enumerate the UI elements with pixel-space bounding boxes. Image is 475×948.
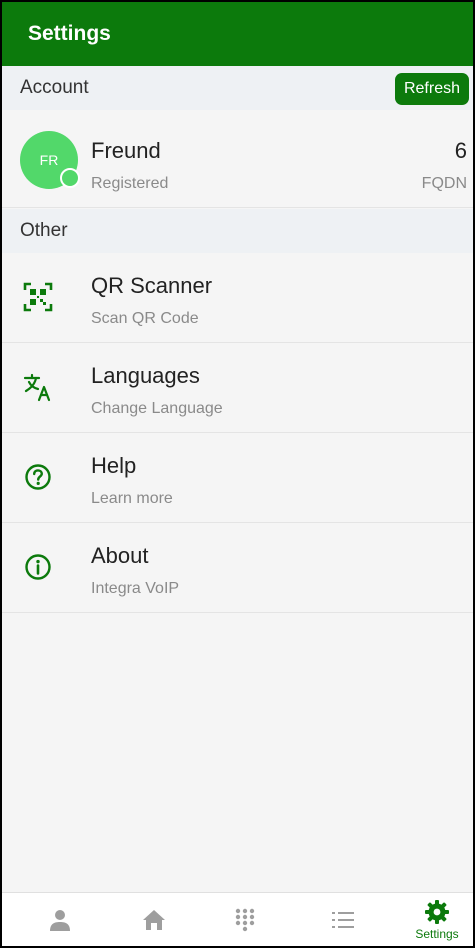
refresh-button[interactable]: Refresh <box>394 73 469 105</box>
item-subtitle: Learn more <box>91 490 173 507</box>
account-header-label: Account <box>20 77 89 98</box>
account-row[interactable]: FR Freund Registered 6 FQDN <box>2 112 473 208</box>
list-icon <box>332 912 354 928</box>
account-name: Freund <box>91 138 161 163</box>
item-title: About <box>91 543 149 568</box>
app-frame: Settings Account Refresh FR Freund Regis… <box>0 0 475 948</box>
status-dot-icon <box>60 168 80 188</box>
bottom-navigation: Settings <box>2 892 473 946</box>
item-subtitle: Change Language <box>91 400 223 417</box>
item-title: QR Scanner <box>91 273 213 298</box>
info-icon <box>20 549 56 585</box>
item-title: Languages <box>91 363 200 388</box>
account-number: 6 <box>454 138 467 163</box>
item-title: Help <box>91 453 137 478</box>
nav-contacts[interactable] <box>30 893 90 946</box>
nav-settings-label: Settings <box>415 927 459 941</box>
settings-item-help[interactable]: Help Learn more <box>2 433 473 523</box>
nav-history[interactable] <box>313 893 373 946</box>
item-subtitle: Integra VoIP <box>91 580 180 597</box>
nav-home[interactable] <box>124 893 184 946</box>
person-icon <box>50 910 70 931</box>
page-title: Settings <box>28 22 111 45</box>
nav-dialpad[interactable] <box>215 893 275 946</box>
settings-item-qr-scanner[interactable]: QR Scanner Scan QR Code <box>2 253 473 343</box>
settings-item-languages[interactable]: Languages Change Language <box>2 343 473 433</box>
account-section-header: Account Refresh <box>2 66 473 110</box>
dialpad-icon <box>235 908 255 932</box>
gear-icon <box>425 900 449 924</box>
settings-item-about[interactable]: About Integra VoIP <box>2 523 473 613</box>
account-type: FQDN <box>421 175 467 192</box>
translate-icon <box>20 369 56 405</box>
qr-scanner-icon <box>20 279 56 315</box>
item-subtitle: Scan QR Code <box>91 310 199 327</box>
account-status: Registered <box>91 175 169 192</box>
avatar-initials: FR <box>39 152 59 168</box>
help-icon <box>20 459 56 495</box>
home-icon <box>143 910 165 930</box>
other-section-header: Other <box>2 209 473 253</box>
other-header-label: Other <box>20 220 68 241</box>
nav-settings[interactable]: Settings <box>407 893 467 946</box>
app-bar: Settings <box>2 2 473 66</box>
